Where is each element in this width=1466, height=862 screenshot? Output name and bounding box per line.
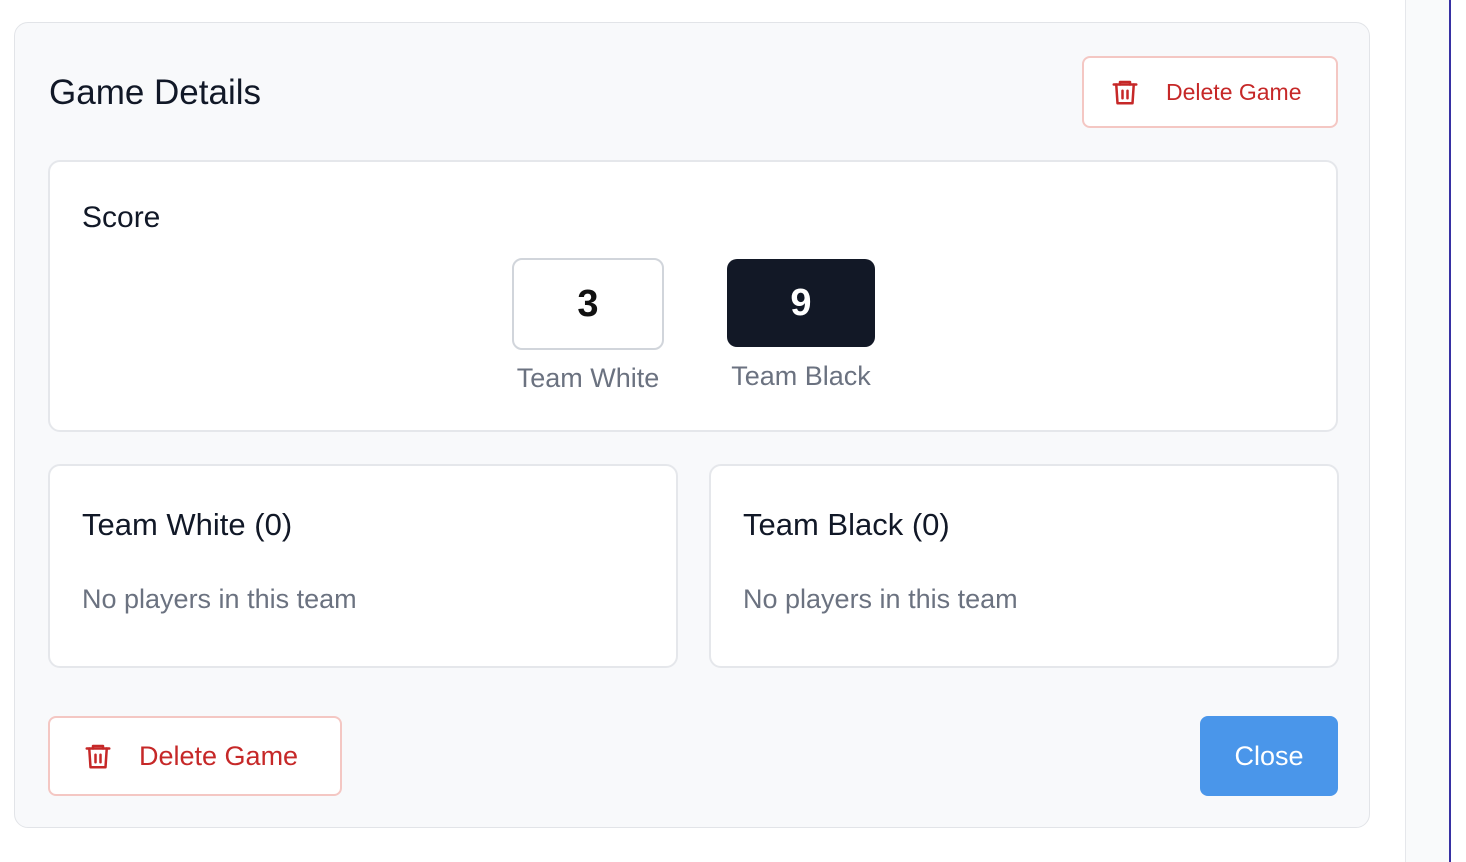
- team-black-score-label: Team Black: [731, 361, 871, 391]
- score-card: Score 3 Team White 9 Team Black: [48, 160, 1338, 432]
- team-white-score-label: Team White: [516, 363, 660, 393]
- trash-icon: [1112, 80, 1138, 105]
- background-panel: [1405, 0, 1450, 862]
- team-black-card: Team Black (0) No players in this team: [709, 464, 1339, 668]
- team-white-empty-text: No players in this team: [82, 584, 357, 614]
- team-white-score: 3: [512, 258, 664, 350]
- delete-game-button-bottom[interactable]: Delete Game: [48, 716, 342, 796]
- delete-game-button-top[interactable]: Delete Game: [1082, 56, 1338, 128]
- team-black-score: 9: [727, 259, 875, 347]
- close-button[interactable]: Close: [1200, 716, 1338, 796]
- team-white-card: Team White (0) No players in this team: [48, 464, 678, 668]
- delete-game-label: Delete Game: [1166, 78, 1302, 105]
- team-black-empty-text: No players in this team: [743, 584, 1018, 614]
- game-details-dialog: Game Details Delete Game Score 3 Team Wh…: [14, 22, 1370, 828]
- team-black-title: Team Black (0): [743, 507, 950, 542]
- trash-icon: [85, 744, 111, 769]
- page: Game Details Delete Game Score 3 Team Wh…: [0, 0, 1466, 862]
- team-white-title: Team White (0): [82, 507, 293, 542]
- delete-game-label: Delete Game: [139, 740, 299, 771]
- background-edge: [1449, 0, 1466, 862]
- score-title: Score: [82, 201, 161, 234]
- dialog-title: Game Details: [49, 73, 262, 112]
